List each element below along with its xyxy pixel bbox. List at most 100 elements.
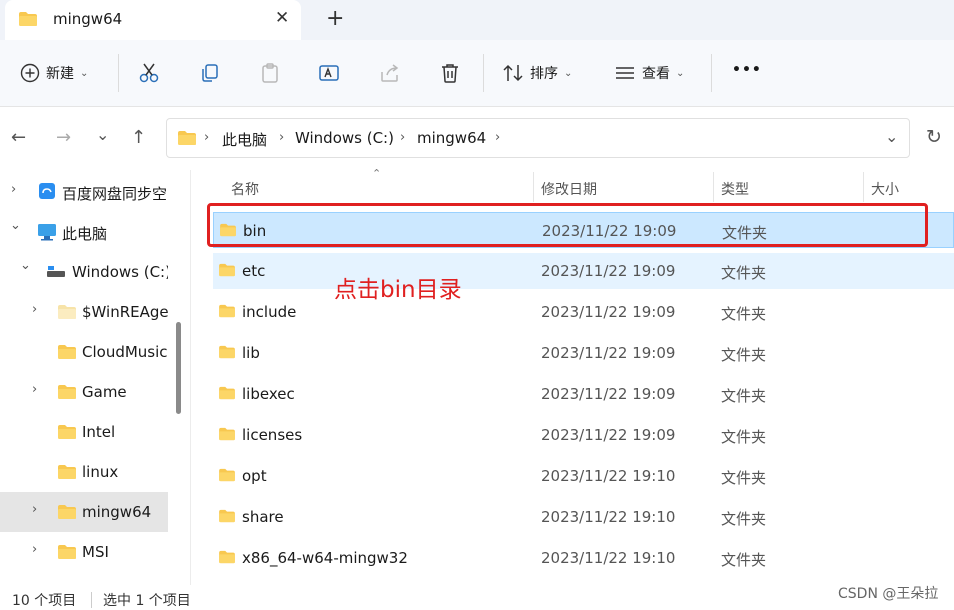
file-row-etc[interactable]: etc 2023/11/22 19:09 文件夹	[213, 253, 954, 289]
folder-icon	[58, 465, 76, 479]
file-name: x86_64-w64-mingw32	[242, 549, 408, 567]
watermark: CSDN @王朵拉	[838, 586, 939, 602]
folder-icon	[178, 131, 196, 145]
status-divider	[91, 592, 92, 608]
sidebar-item-game[interactable]: › Game	[0, 372, 168, 412]
chevron-down-icon[interactable]: ⌄	[10, 218, 21, 233]
folder-icon	[58, 385, 76, 399]
breadcrumb-separator-icon: ›	[279, 130, 285, 145]
file-row-share[interactable]: share 2023/11/22 19:10 文件夹	[213, 499, 954, 535]
folder-icon	[219, 345, 235, 359]
cloud-sync-icon	[39, 183, 55, 199]
sidebar-item-msi[interactable]: › MSI	[0, 532, 168, 572]
breadcrumb-windows-c[interactable]: Windows (C:)	[295, 129, 394, 147]
chevron-right-icon[interactable]: ›	[32, 382, 37, 397]
file-date: 2023/11/22 19:10	[541, 508, 676, 526]
file-name: libexec	[242, 385, 295, 403]
divider	[483, 54, 484, 92]
column-divider[interactable]	[863, 172, 864, 202]
up-arrow-icon[interactable]: ↑	[131, 127, 146, 148]
paste-icon[interactable]	[259, 62, 281, 84]
forward-arrow-icon[interactable]: →	[56, 127, 71, 148]
breadcrumb-separator-icon: ›	[400, 130, 406, 145]
folder-icon	[219, 263, 235, 277]
breadcrumb-separator-icon: ›	[204, 130, 210, 145]
cut-icon[interactable]	[138, 62, 160, 84]
sidebar-item-label: 百度网盘同步空	[62, 185, 168, 203]
pane-divider	[190, 170, 191, 585]
share-icon[interactable]	[379, 62, 401, 84]
column-header-name[interactable]: 名称	[231, 179, 259, 199]
more-options-icon[interactable]: •••	[732, 62, 762, 78]
delete-icon[interactable]	[439, 62, 461, 84]
column-divider[interactable]	[533, 172, 534, 202]
file-name: licenses	[242, 426, 303, 444]
sidebar-item-windows-c[interactable]: ⌄ Windows (C:)	[0, 252, 168, 292]
folder-icon	[19, 12, 37, 26]
sidebar-item-label: Game	[82, 383, 127, 401]
drive-icon	[47, 266, 65, 277]
rename-icon[interactable]	[318, 62, 340, 84]
breadcrumb-mingw64[interactable]: mingw64	[417, 129, 486, 147]
column-header-modified[interactable]: 修改日期	[541, 179, 597, 199]
status-item-count: 10 个项目	[12, 593, 77, 609]
new-button[interactable]: 新建 ⌄	[20, 63, 88, 83]
tab-title: mingw64	[53, 10, 123, 28]
column-divider[interactable]	[713, 172, 714, 202]
file-name: include	[242, 303, 297, 321]
sidebar-item-intel[interactable]: Intel	[0, 412, 168, 452]
sidebar-item-winreagent[interactable]: › $WinREAge	[0, 292, 168, 332]
breadcrumb-this-pc[interactable]: 此电脑	[222, 129, 267, 150]
chevron-right-icon[interactable]: ›	[32, 502, 37, 517]
sort-button[interactable]: 排序 ⌄	[502, 63, 572, 83]
file-date: 2023/11/22 19:09	[541, 385, 676, 403]
chevron-down-icon[interactable]: ⌄	[20, 258, 31, 273]
folder-icon	[58, 345, 76, 359]
sidebar-item-mingw64[interactable]: › mingw64	[0, 492, 168, 532]
chevron-down-icon: ⌄	[564, 67, 573, 79]
sort-label: 排序	[530, 66, 558, 82]
file-type: 文件夹	[721, 510, 767, 528]
file-row-x86-64-w64-mingw32[interactable]: x86_64-w64-mingw32 2023/11/22 19:10 文件夹	[213, 540, 954, 576]
view-label: 查看	[642, 66, 670, 82]
view-icon	[616, 67, 634, 79]
view-button[interactable]: 查看 ⌄	[614, 63, 684, 83]
close-icon[interactable]: ✕	[275, 8, 289, 28]
sidebar-item-label: 此电脑	[62, 225, 108, 243]
file-row-licenses[interactable]: licenses 2023/11/22 19:09 文件夹	[213, 417, 954, 453]
file-type: 文件夹	[721, 305, 767, 323]
file-row-lib[interactable]: lib 2023/11/22 19:09 文件夹	[213, 335, 954, 371]
back-arrow-icon[interactable]: ←	[11, 127, 26, 148]
folder-icon	[219, 550, 235, 564]
recent-chevron-icon[interactable]: ⌄	[96, 125, 109, 144]
address-bar[interactable]: › 此电脑 › Windows (C:) › mingw64 › ⌄	[166, 118, 910, 158]
copy-icon[interactable]	[199, 62, 221, 84]
chevron-right-icon[interactable]: ›	[32, 542, 37, 557]
chevron-right-icon[interactable]: ›	[11, 182, 16, 197]
address-history-chevron-icon[interactable]: ⌄	[885, 127, 898, 146]
folder-icon	[219, 468, 235, 482]
sort-ascending-icon: ⌃	[372, 167, 382, 180]
sidebar-scrollbar[interactable]	[176, 322, 181, 414]
sidebar-item-label: linux	[82, 463, 119, 481]
file-type: 文件夹	[721, 551, 767, 569]
new-tab-button[interactable]: +	[326, 6, 344, 31]
sidebar-item-label: MSI	[82, 543, 109, 561]
file-row-opt[interactable]: opt 2023/11/22 19:10 文件夹	[213, 458, 954, 494]
sidebar-item-label: mingw64	[82, 503, 152, 521]
sidebar-item-this-pc[interactable]: ⌄ 此电脑	[0, 212, 168, 252]
tab-mingw64[interactable]: mingw64 ✕	[5, 0, 301, 40]
file-row-include[interactable]: include 2023/11/22 19:09 文件夹	[213, 294, 954, 330]
sidebar-item-label: $WinREAge	[82, 303, 168, 321]
sidebar-item-cloudmusic[interactable]: CloudMusic	[0, 332, 168, 372]
column-header-size[interactable]: 大小	[871, 179, 899, 199]
column-header-type[interactable]: 类型	[721, 179, 749, 199]
chevron-right-icon[interactable]: ›	[32, 302, 37, 317]
file-row-libexec[interactable]: libexec 2023/11/22 19:09 文件夹	[213, 376, 954, 412]
sidebar-item-baidu-sync[interactable]: › 百度网盘同步空	[0, 172, 168, 212]
folder-icon	[219, 509, 235, 523]
file-date: 2023/11/22 19:09	[541, 303, 676, 321]
sidebar-item-linux[interactable]: linux	[0, 452, 168, 492]
refresh-icon[interactable]: ↻	[926, 126, 942, 148]
file-type: 文件夹	[721, 469, 767, 487]
